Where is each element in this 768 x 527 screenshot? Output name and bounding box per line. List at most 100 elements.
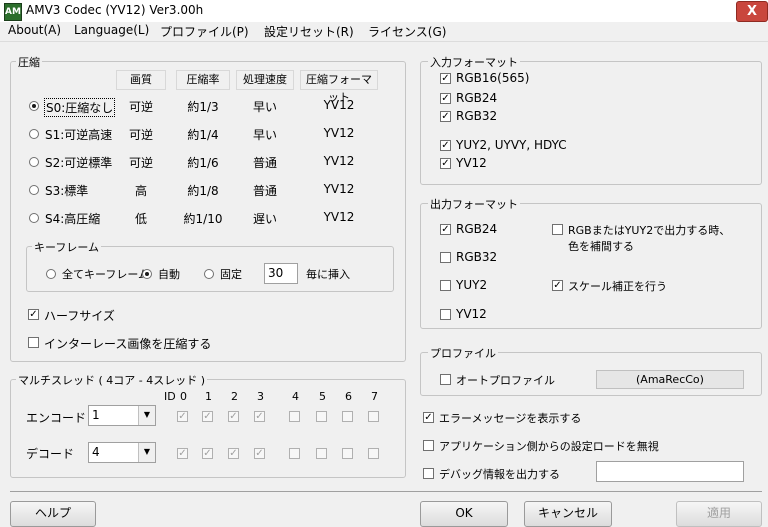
thread-id: 3 — [257, 390, 264, 403]
output-format-label[interactable]: YUY2 — [456, 278, 487, 292]
color-correct-label-line2[interactable]: 色を補間する — [568, 238, 634, 254]
chevron-down-icon[interactable]: ▼ — [138, 406, 155, 425]
header-format: 圧縮フォーマット — [300, 70, 378, 104]
output-format-checkbox[interactable] — [440, 309, 451, 320]
compression-label-s3[interactable]: S3:標準 — [45, 182, 88, 199]
output-format-label[interactable]: YV12 — [456, 307, 487, 321]
compression-label-s2[interactable]: S2:可逆標準 — [45, 154, 112, 171]
encode-thread-checkbox[interactable]: ✓ — [228, 411, 239, 422]
encode-thread-checkbox[interactable] — [316, 411, 327, 422]
ignore-app-load-label[interactable]: アプリケーション側からの設定ロードを無視 — [439, 438, 659, 454]
decode-thread-checkbox[interactable] — [342, 448, 353, 459]
compression-radio-s4[interactable] — [29, 213, 39, 223]
keyframe-label-auto[interactable]: 自動 — [158, 266, 180, 282]
input-format-checkbox[interactable]: ✓ — [440, 140, 451, 151]
half-size-checkbox[interactable]: ✓ — [28, 309, 39, 320]
input-format-label[interactable]: YUY2, UYVY, HDYC — [456, 138, 567, 152]
thread-id-header: ID — [164, 390, 176, 403]
input-format-label[interactable]: RGB24 — [456, 91, 497, 105]
chevron-down-icon[interactable]: ▼ — [138, 443, 155, 462]
output-format-checkbox[interactable] — [440, 252, 451, 263]
encode-thread-checkbox[interactable] — [342, 411, 353, 422]
row-format: YV12 — [323, 126, 355, 140]
decode-thread-checkbox[interactable] — [316, 448, 327, 459]
decode-thread-checkbox[interactable]: ✓ — [228, 448, 239, 459]
output-format-label[interactable]: RGB24 — [456, 222, 497, 236]
compression-radio-s3[interactable] — [29, 185, 39, 195]
keyframe-radio-fixed[interactable] — [204, 269, 214, 279]
keyframe-label-fixed[interactable]: 固定 — [220, 266, 242, 282]
debug-output-checkbox[interactable] — [423, 468, 434, 479]
output-format-checkbox[interactable]: ✓ — [440, 224, 451, 235]
debug-output-label[interactable]: デバッグ情報を出力する — [439, 466, 560, 482]
menu-profile[interactable]: プロファイル(P) — [160, 23, 249, 40]
compression-label-s1[interactable]: S1:可逆高速 — [45, 126, 112, 143]
row-ratio: 約1/3 — [187, 100, 219, 114]
input-format-checkbox[interactable]: ✓ — [440, 73, 451, 84]
cancel-button[interactable]: キャンセル — [524, 501, 612, 527]
encode-thread-value: 1 — [92, 408, 100, 422]
compression-label-s4[interactable]: S4:高圧縮 — [45, 210, 100, 227]
encode-thread-checkbox[interactable]: ✓ — [202, 411, 213, 422]
color-correct-label-line1[interactable]: RGBまたはYUY2で出力する時、 — [568, 222, 730, 238]
row-format: YV12 — [323, 154, 355, 168]
output-format-group-title: 出力フォーマット — [428, 196, 520, 212]
menu-license[interactable]: ライセンス(G) — [368, 23, 446, 40]
encode-thread-checkbox[interactable]: ✓ — [177, 411, 188, 422]
menu-reset-settings[interactable]: 設定リセット(R) — [264, 23, 354, 40]
interlace-checkbox[interactable] — [28, 337, 39, 348]
encode-thread-checkbox[interactable] — [368, 411, 379, 422]
decode-label: デコード — [26, 447, 75, 461]
decode-thread-checkbox[interactable] — [368, 448, 379, 459]
debug-output-path-input[interactable] — [596, 461, 744, 482]
input-format-label[interactable]: RGB32 — [456, 109, 497, 123]
input-format-checkbox[interactable]: ✓ — [440, 93, 451, 104]
half-size-label[interactable]: ハーフサイズ — [44, 307, 115, 324]
encode-thread-checkbox[interactable] — [289, 411, 300, 422]
show-errors-label[interactable]: エラーメッセージを表示する — [439, 410, 581, 426]
scale-correct-checkbox[interactable]: ✓ — [552, 280, 563, 291]
decode-thread-checkbox[interactable]: ✓ — [202, 448, 213, 459]
row-ratio: 約1/6 — [187, 156, 219, 170]
interlace-label[interactable]: インターレース画像を圧縮する — [44, 335, 211, 352]
encode-thread-select[interactable]: 1 ▼ — [88, 405, 156, 426]
row-ratio: 約1/10 — [183, 212, 223, 226]
input-format-label[interactable]: YV12 — [456, 156, 487, 170]
close-button[interactable]: X — [736, 1, 768, 22]
input-format-checkbox[interactable]: ✓ — [440, 158, 451, 169]
menu-about[interactable]: About(A) — [8, 23, 61, 37]
encode-thread-checkbox[interactable]: ✓ — [254, 411, 265, 422]
row-speed: 早い — [252, 128, 277, 142]
encode-label: エンコード — [26, 411, 87, 425]
row-quality: 高 — [134, 184, 147, 198]
keyframe-radio-auto[interactable] — [142, 269, 152, 279]
show-errors-checkbox[interactable]: ✓ — [423, 412, 434, 423]
decode-thread-checkbox[interactable]: ✓ — [254, 448, 265, 459]
input-format-checkbox[interactable]: ✓ — [440, 111, 451, 122]
output-format-label[interactable]: RGB32 — [456, 250, 497, 264]
compression-label-s0[interactable]: S0:圧縮なし — [44, 98, 116, 117]
row-quality: 低 — [134, 212, 147, 226]
help-button[interactable]: ヘルプ — [10, 501, 96, 527]
ignore-app-load-checkbox[interactable] — [423, 440, 434, 451]
compression-radio-s1[interactable] — [29, 129, 39, 139]
apply-button[interactable]: 適用 — [676, 501, 762, 527]
compression-radio-s2[interactable] — [29, 157, 39, 167]
scale-correct-label[interactable]: スケール補正を行う — [568, 278, 667, 294]
auto-profile-checkbox[interactable] — [440, 374, 451, 385]
ok-button[interactable]: OK — [420, 501, 508, 527]
menu-language[interactable]: Language(L) — [74, 23, 149, 37]
keyframe-label-all[interactable]: 全てキーフレーム — [62, 266, 149, 282]
decode-thread-checkbox[interactable] — [289, 448, 300, 459]
header-ratio: 圧縮率 — [176, 70, 230, 90]
keyframe-radio-all[interactable] — [46, 269, 56, 279]
auto-profile-label[interactable]: オートプロファイル — [456, 372, 555, 388]
output-format-checkbox[interactable] — [440, 280, 451, 291]
keyframe-interval-input[interactable]: 30 — [264, 263, 298, 284]
compression-radio-s0[interactable] — [29, 101, 39, 111]
decode-thread-checkbox[interactable]: ✓ — [177, 448, 188, 459]
color-correct-checkbox[interactable] — [552, 224, 563, 235]
thread-id: 2 — [231, 390, 238, 403]
decode-thread-select[interactable]: 4 ▼ — [88, 442, 156, 463]
input-format-label[interactable]: RGB16(565) — [456, 71, 529, 85]
